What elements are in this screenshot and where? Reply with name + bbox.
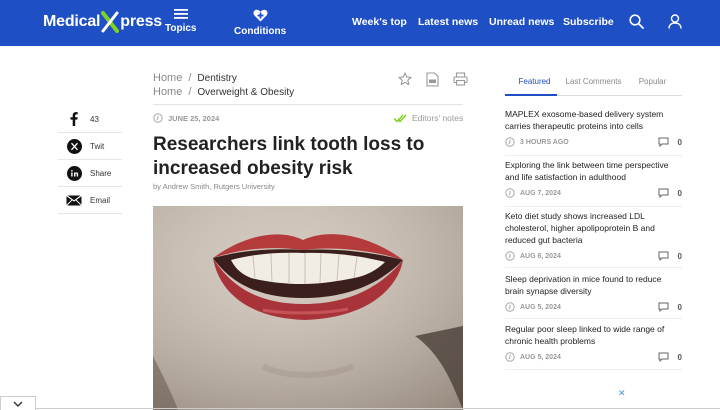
breadcrumb-obesity-link[interactable]: Overweight & Obesity — [197, 87, 294, 98]
email-icon — [66, 194, 82, 206]
conditions-label: Conditions — [234, 26, 287, 37]
divider — [153, 104, 463, 105]
divider — [505, 318, 682, 319]
story-time: AUG 6, 2024 — [520, 252, 561, 260]
clock-icon — [153, 113, 163, 123]
weeks-top-link[interactable]: Week's top — [352, 16, 407, 28]
tab-popular[interactable]: Popular — [623, 77, 682, 97]
logo-text-right: press — [120, 13, 162, 30]
article-title: Researchers link tooth loss to increased… — [153, 134, 425, 179]
divider — [505, 267, 682, 268]
logo-x-icon — [101, 11, 120, 33]
bookmark-star-icon[interactable] — [398, 72, 412, 92]
story-time: AUG 7, 2024 — [520, 189, 561, 197]
breadcrumb: Home / Overweight & Obesity — [153, 86, 294, 98]
linkedin-share-label: Share — [90, 168, 112, 178]
facebook-share-count: 43 — [90, 114, 99, 124]
article-date-text: JUNE 25, 2024 — [168, 113, 220, 123]
ad-close-button[interactable]: ✕ — [618, 388, 626, 399]
divider — [36, 408, 720, 409]
list-item[interactable]: Keto diet study shows increased LDL chol… — [505, 210, 682, 263]
topics-label: Topics — [165, 23, 197, 34]
search-icon[interactable] — [629, 14, 644, 34]
article-date: JUNE 25, 2024 — [153, 113, 219, 123]
breadcrumb-separator: / — [188, 86, 192, 98]
email-share-label: Email — [90, 195, 111, 205]
clock-icon — [505, 137, 515, 147]
medical-plus-icon — [253, 9, 268, 22]
story-comment-count: 0 — [677, 251, 682, 261]
list-item[interactable]: MAPLEX exosome-based delivery system car… — [505, 108, 682, 149]
breadcrumb-home-link[interactable]: Home — [153, 72, 182, 84]
story-comment-count: 0 — [677, 352, 682, 362]
clock-icon — [505, 251, 515, 261]
comment-icon — [658, 352, 669, 362]
story-title[interactable]: Keto diet study shows increased LDL chol… — [505, 210, 682, 246]
twitter-share-button[interactable]: Twit — [58, 133, 122, 160]
breadcrumb: Home / Dentistry — [153, 72, 237, 84]
email-share-button[interactable]: Email — [58, 187, 122, 214]
conditions-button[interactable]: Conditions — [234, 9, 286, 37]
active-tab-indicator — [505, 94, 557, 96]
article-hero-image — [153, 206, 463, 410]
linkedin-share-button[interactable]: Share — [58, 160, 122, 187]
story-time: 3 HOURS AGO — [520, 138, 569, 146]
topics-button[interactable]: Topics — [165, 9, 196, 34]
tab-last-comments[interactable]: Last Comments — [564, 77, 623, 97]
subscribe-link[interactable]: Subscribe — [563, 16, 614, 28]
facebook-icon — [70, 112, 78, 126]
comment-icon — [658, 188, 669, 198]
editors-notes-label: Editors' notes — [412, 113, 464, 123]
x-twitter-icon — [66, 138, 82, 154]
comment-icon — [658, 251, 669, 261]
social-share-bar: 43 Twit Share Email — [58, 106, 122, 214]
divider — [505, 155, 682, 156]
clock-icon — [505, 302, 515, 312]
article-tools — [398, 72, 468, 92]
breadcrumb-dentistry-link[interactable]: Dentistry — [197, 73, 236, 84]
top-navigation-bar: Medical press Topics Conditions Week's t… — [0, 0, 720, 46]
story-title[interactable]: MAPLEX exosome-based delivery system car… — [505, 108, 682, 132]
menu-icon — [173, 9, 188, 19]
breadcrumb-home-link[interactable]: Home — [153, 86, 182, 98]
chevron-down-icon — [13, 401, 23, 407]
print-icon[interactable] — [453, 72, 468, 92]
double-check-icon — [393, 113, 407, 123]
comment-icon — [658, 302, 669, 312]
list-item[interactable]: Sleep deprivation in mice found to reduc… — [505, 273, 682, 314]
story-time: AUG 5, 2024 — [520, 353, 561, 361]
list-item[interactable]: Exploring the link between time perspect… — [505, 159, 682, 200]
story-title[interactable]: Exploring the link between time perspect… — [505, 159, 682, 183]
story-comment-count: 0 — [677, 302, 682, 312]
logo-text-left: Medical — [43, 13, 101, 30]
story-comment-count: 0 — [677, 188, 682, 198]
comment-icon — [658, 137, 669, 147]
twitter-share-label: Twit — [90, 141, 105, 151]
linkedin-icon — [66, 165, 82, 181]
divider — [505, 369, 682, 370]
user-icon[interactable] — [668, 14, 682, 34]
editors-notes[interactable]: Editors' notes — [393, 113, 463, 123]
divider — [505, 206, 682, 207]
clock-icon — [505, 352, 515, 362]
collapse-toggle[interactable] — [0, 396, 36, 410]
unread-news-link[interactable]: Unread news — [489, 16, 554, 28]
story-title[interactable]: Regular poor sleep linked to wide range … — [505, 323, 682, 347]
latest-news-link[interactable]: Latest news — [418, 16, 478, 28]
list-item[interactable]: Regular poor sleep linked to wide range … — [505, 323, 682, 364]
story-time: AUG 5, 2024 — [520, 303, 561, 311]
story-comment-count: 0 — [677, 137, 682, 147]
story-title[interactable]: Sleep deprivation in mice found to reduc… — [505, 273, 682, 297]
article-byline: by Andrew Smith, Rutgers University — [153, 182, 275, 191]
clock-icon — [505, 188, 515, 198]
breadcrumb-separator: / — [188, 72, 192, 84]
pdf-download-icon[interactable] — [426, 72, 439, 92]
facebook-share-button[interactable]: 43 — [58, 106, 122, 133]
site-logo[interactable]: Medical press — [43, 11, 162, 33]
